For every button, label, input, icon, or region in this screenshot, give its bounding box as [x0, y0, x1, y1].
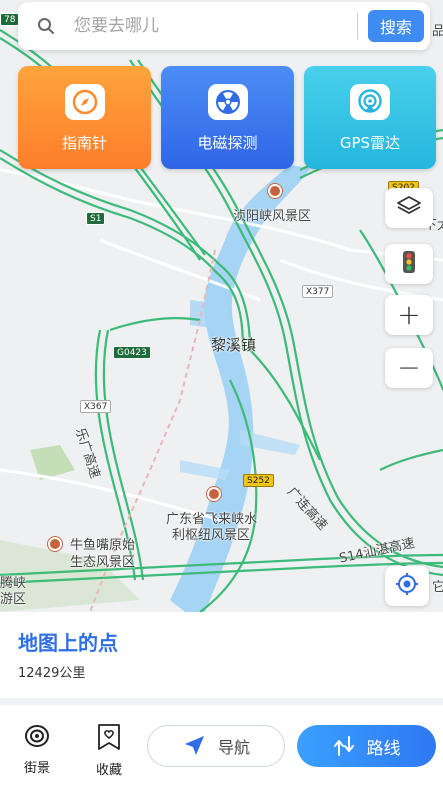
map-label-scenic[interactable]: 浈阳峡风景区 — [233, 205, 311, 224]
layers-icon — [396, 194, 422, 222]
minus-icon: − — [397, 351, 421, 384]
street-view-button[interactable]: 街景 — [17, 723, 57, 776]
navigation-arrow-icon — [182, 734, 206, 758]
radar-icon — [350, 84, 390, 120]
street-view-label: 街景 — [23, 761, 50, 776]
favorite-label: 收藏 — [95, 763, 122, 778]
navigate-button[interactable]: 导航 — [147, 725, 285, 767]
search-button[interactable]: 搜索 — [367, 10, 424, 42]
zoom-in-button[interactable]: + — [385, 295, 433, 335]
bottom-action-bar: 街景 收藏 导航 路线 — [0, 705, 443, 793]
poi-marker[interactable] — [48, 537, 62, 551]
map-label-edge: 游区 — [0, 592, 27, 607]
road-shield-78: 78 — [0, 13, 20, 26]
road-shield-g0423: G0423 — [113, 346, 151, 359]
search-bar: 搜索 — [18, 2, 430, 50]
gps-radar-tile[interactable]: GPS雷达 — [304, 66, 436, 169]
map-label-scenic[interactable]: 生态风景区 — [70, 551, 135, 570]
zoom-out-button[interactable]: − — [385, 348, 433, 388]
search-divider — [356, 13, 358, 39]
route-icon — [333, 735, 355, 757]
tile-label: 电磁探测 — [197, 134, 258, 152]
traffic-light-icon — [402, 250, 416, 278]
map-label-town[interactable]: 黎溪镇 — [211, 334, 256, 355]
tile-label: GPS雷达 — [339, 134, 401, 152]
search-icon — [36, 16, 56, 36]
compass-tile[interactable]: 指南针 — [18, 66, 151, 169]
poi-marker[interactable] — [207, 487, 221, 501]
em-detect-tile[interactable]: 电磁探测 — [161, 66, 294, 169]
point-distance: 12429公里 — [18, 666, 86, 681]
tile-label: 指南针 — [61, 134, 107, 152]
navigate-label: 导航 — [217, 738, 250, 757]
road-shield-s252: S252 — [243, 474, 274, 487]
point-info-panel: 地图上的点 12429公里 — [0, 612, 443, 698]
route-button[interactable]: 路线 — [297, 725, 436, 767]
map-label-edge: 它 — [432, 580, 443, 595]
road-shield-x377: X377 — [302, 285, 334, 298]
route-label: 路线 — [366, 738, 401, 759]
road-shield-x367: X367 — [80, 400, 112, 413]
plus-icon: + — [397, 298, 421, 331]
locate-icon — [395, 572, 419, 600]
radiation-icon — [207, 84, 248, 120]
heart-bookmark-icon — [95, 723, 123, 755]
locate-button[interactable] — [385, 566, 429, 606]
road-shield-s1: S1 — [86, 212, 106, 225]
favorite-button[interactable]: 收藏 — [89, 723, 129, 778]
street-view-icon — [24, 723, 50, 753]
poi-marker[interactable] — [268, 184, 282, 198]
layers-button[interactable] — [385, 188, 433, 228]
map-label-scenic[interactable]: 利枢纽风景区 — [172, 524, 250, 543]
map-label-edge: 品 — [432, 24, 443, 39]
traffic-button[interactable] — [385, 244, 433, 284]
search-input[interactable] — [74, 16, 357, 36]
compass-icon — [64, 84, 105, 120]
point-title: 地图上的点 — [18, 631, 118, 655]
